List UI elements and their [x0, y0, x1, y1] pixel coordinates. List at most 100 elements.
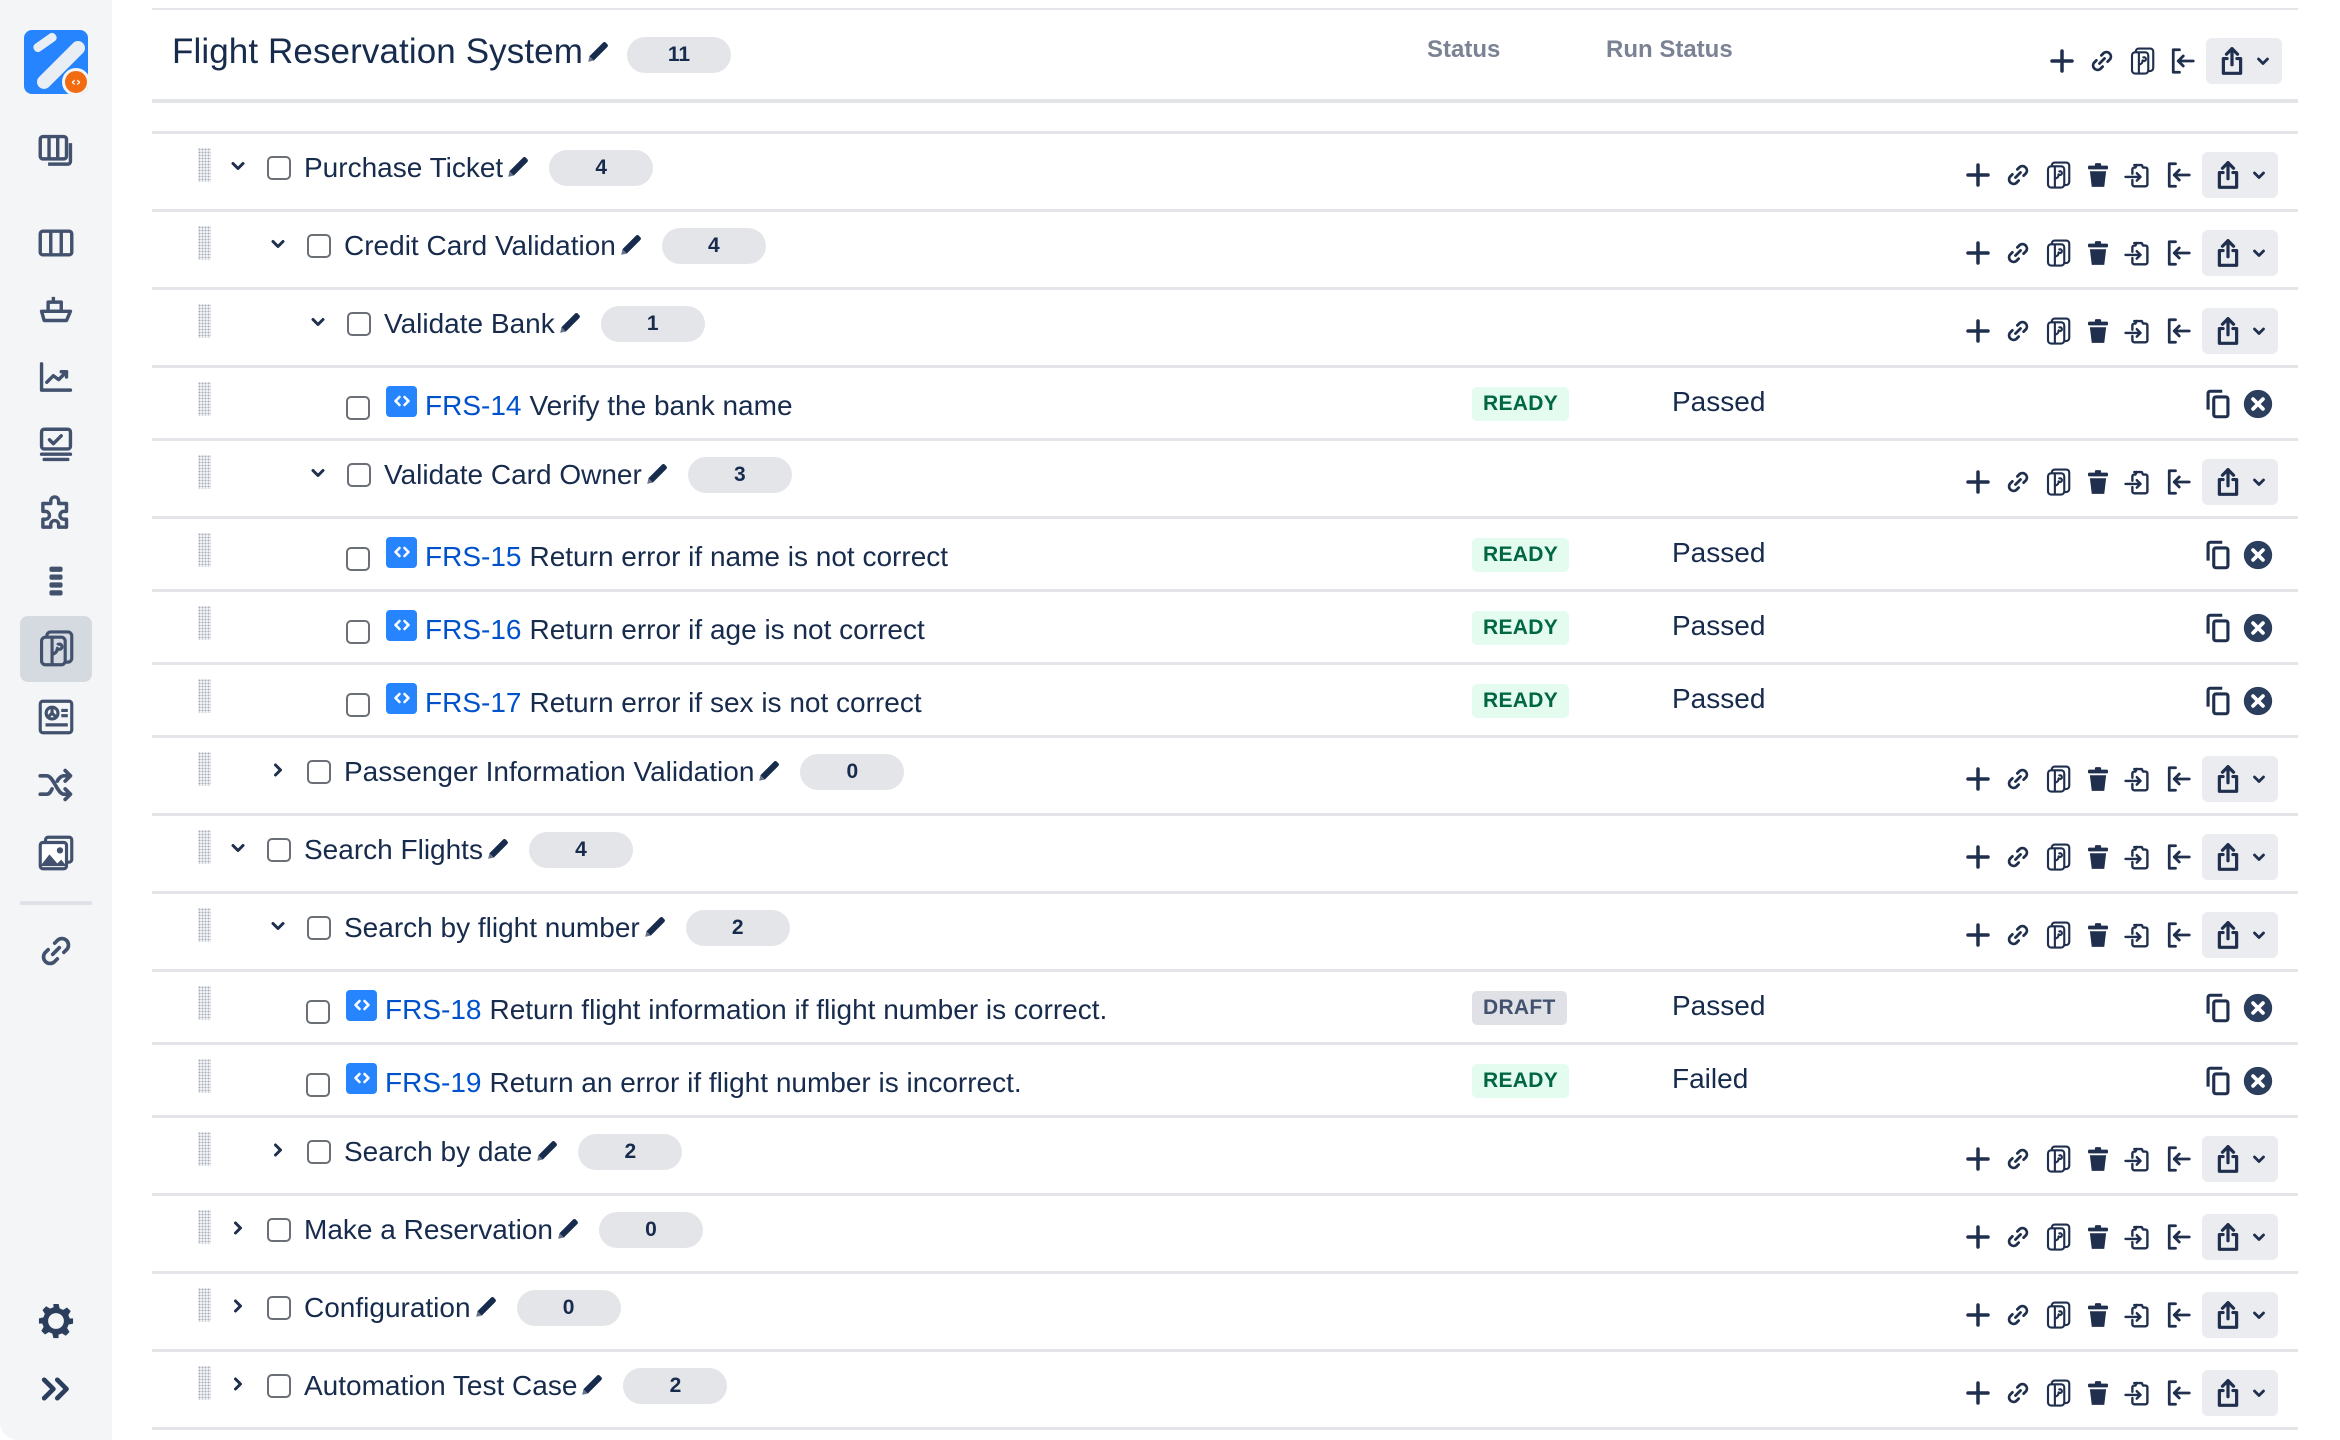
sidebar-item-chart-trend[interactable]: [20, 344, 92, 410]
copy-button[interactable]: [2198, 535, 2238, 575]
link-button[interactable]: [1998, 837, 2038, 877]
remove-button[interactable]: [2238, 988, 2278, 1028]
folder-name[interactable]: Configuration: [304, 1292, 471, 1324]
folder-checkbox[interactable]: [267, 1218, 291, 1242]
drag-handle[interactable]: [198, 830, 211, 864]
edit-pencil-icon[interactable]: [585, 39, 611, 65]
test-checkbox[interactable]: [346, 396, 370, 420]
folder-checkbox[interactable]: [307, 234, 331, 258]
add-button[interactable]: [1958, 1373, 1998, 1413]
folder-name[interactable]: Make a Reservation: [304, 1214, 553, 1246]
export-menu-button[interactable]: [2202, 230, 2278, 276]
add-button[interactable]: [1958, 837, 1998, 877]
move-in-button[interactable]: [2158, 915, 2198, 955]
import-button[interactable]: [2118, 1295, 2158, 1335]
import-button[interactable]: [2118, 155, 2158, 195]
column-header-status[interactable]: Status: [1427, 36, 1500, 64]
edit-pencil-icon[interactable]: [642, 914, 670, 942]
test-repository-button[interactable]: [2038, 1295, 2078, 1335]
edit-pencil-icon[interactable]: [505, 154, 533, 182]
add-button[interactable]: [1958, 1217, 1998, 1257]
remove-button[interactable]: [2238, 681, 2278, 721]
import-button[interactable]: [2118, 462, 2158, 502]
move-in-button[interactable]: [2158, 155, 2198, 195]
move-in-button[interactable]: [2158, 1139, 2198, 1179]
folder-checkbox[interactable]: [267, 838, 291, 862]
app-logo-link[interactable]: ‹›: [0, 0, 112, 110]
folder-checkbox[interactable]: [267, 156, 291, 180]
export-menu-button[interactable]: [2202, 834, 2278, 880]
edit-pencil-icon[interactable]: [555, 1216, 583, 1244]
test-repository-button[interactable]: [2038, 233, 2078, 273]
drag-handle[interactable]: [198, 1210, 211, 1244]
sidebar-item-report-card[interactable]: [20, 684, 92, 750]
move-in-button[interactable]: [2158, 759, 2198, 799]
test-case-key-link[interactable]: FRS-18: [385, 994, 481, 1026]
folder-checkbox[interactable]: [307, 916, 331, 940]
test-repository-button[interactable]: [2038, 837, 2078, 877]
test-case-summary[interactable]: Return flight information if flight numb…: [489, 994, 1107, 1026]
test-repository-button[interactable]: [2038, 759, 2078, 799]
remove-button[interactable]: [2238, 608, 2278, 648]
edit-pencil-icon[interactable]: [534, 1138, 562, 1166]
sidebar-item-shuffle[interactable]: [20, 752, 92, 818]
chevron-right-icon[interactable]: [224, 1370, 252, 1398]
test-repository-button[interactable]: [2038, 1139, 2078, 1179]
link-button[interactable]: [1998, 462, 2038, 502]
chevron-down-icon[interactable]: [304, 459, 332, 487]
edit-pencil-icon[interactable]: [557, 310, 585, 338]
import-button[interactable]: [2118, 759, 2158, 799]
test-repository-button[interactable]: [2038, 1373, 2078, 1413]
settings-gear-button[interactable]: [20, 1288, 92, 1354]
sidebar-item-images[interactable]: [20, 820, 92, 886]
link-button[interactable]: [1998, 1295, 2038, 1335]
test-case-summary[interactable]: Return an error if flight number is inco…: [489, 1067, 1021, 1099]
drag-handle[interactable]: [198, 382, 211, 416]
folder-name[interactable]: Validate Bank: [384, 308, 555, 340]
test-case-key-link[interactable]: FRS-19: [385, 1067, 481, 1099]
test-repository-button[interactable]: [2038, 1217, 2078, 1257]
delete-button[interactable]: [2078, 915, 2118, 955]
drag-handle[interactable]: [198, 1366, 211, 1400]
test-checkbox[interactable]: [346, 693, 370, 717]
delete-button[interactable]: [2078, 233, 2118, 273]
chevron-right-icon[interactable]: [264, 1136, 292, 1164]
add-button[interactable]: [1958, 915, 1998, 955]
copy-button[interactable]: [2198, 988, 2238, 1028]
test-checkbox[interactable]: [306, 1000, 330, 1024]
add-button[interactable]: [1958, 462, 1998, 502]
delete-button[interactable]: [2078, 1295, 2118, 1335]
add-button[interactable]: [2042, 41, 2082, 81]
folder-checkbox[interactable]: [307, 760, 331, 784]
chevron-down-icon[interactable]: [264, 912, 292, 940]
add-button[interactable]: [1958, 233, 1998, 273]
import-button[interactable]: [2118, 1139, 2158, 1179]
drag-handle[interactable]: [198, 986, 211, 1020]
export-menu-button[interactable]: [2202, 912, 2278, 958]
chevron-down-icon[interactable]: [224, 152, 252, 180]
export-menu-button[interactable]: [2202, 1370, 2278, 1416]
drag-handle[interactable]: [198, 752, 211, 786]
test-case-summary[interactable]: Return error if age is not correct: [529, 614, 924, 646]
edit-pencil-icon[interactable]: [485, 836, 513, 864]
test-repository-button[interactable]: [2038, 915, 2078, 955]
copy-button[interactable]: [2198, 681, 2238, 721]
drag-handle[interactable]: [198, 148, 211, 182]
link-button[interactable]: [1998, 155, 2038, 195]
drag-handle[interactable]: [198, 679, 211, 713]
drag-handle[interactable]: [198, 606, 211, 640]
delete-button[interactable]: [2078, 1217, 2118, 1257]
test-repository-button[interactable]: [2038, 311, 2078, 351]
import-button[interactable]: [2118, 837, 2158, 877]
copy-button[interactable]: [2198, 384, 2238, 424]
link-button[interactable]: [1998, 1139, 2038, 1179]
link-button[interactable]: [1998, 1373, 2038, 1413]
sidebar-item-boards-stack[interactable]: [20, 118, 92, 184]
test-case-summary[interactable]: Verify the bank name: [529, 390, 792, 422]
move-in-button[interactable]: [2158, 1373, 2198, 1413]
folder-checkbox[interactable]: [347, 312, 371, 336]
import-button[interactable]: [2118, 233, 2158, 273]
delete-button[interactable]: [2078, 837, 2118, 877]
test-checkbox[interactable]: [306, 1073, 330, 1097]
folder-checkbox[interactable]: [267, 1374, 291, 1398]
